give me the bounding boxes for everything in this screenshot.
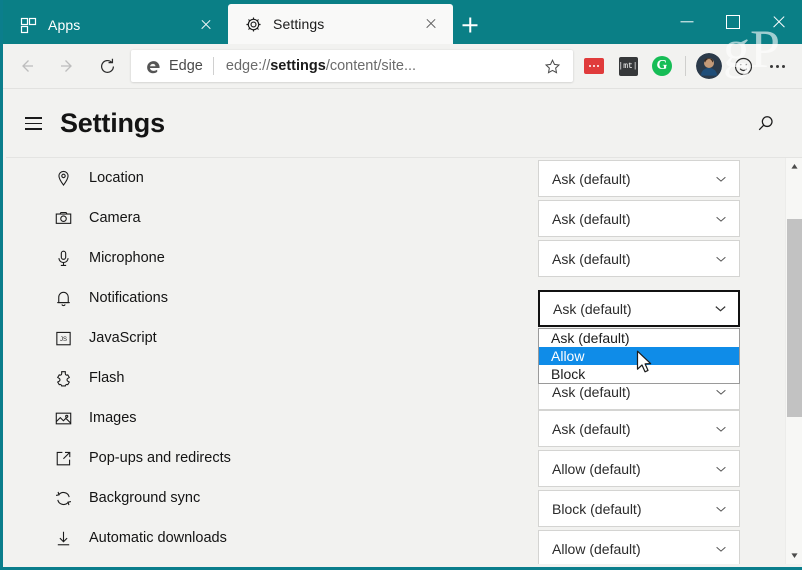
search-icon[interactable] xyxy=(748,107,782,141)
mt-extension-icon[interactable]: |mt| xyxy=(611,46,645,86)
apps-grid-icon xyxy=(19,16,37,34)
sync-icon xyxy=(53,488,73,508)
permission-select-camera[interactable]: Ask (default) xyxy=(538,200,740,237)
window-controls xyxy=(664,0,802,44)
chevron-down-icon xyxy=(713,384,729,400)
microphone-icon xyxy=(53,248,73,268)
dropdown-option-ask[interactable]: Ask (default) xyxy=(539,329,739,347)
refresh-button[interactable] xyxy=(87,46,127,86)
browser-window: Apps Settings gP Edge edge://settings/co… xyxy=(0,0,802,570)
settings-page-header: Settings xyxy=(6,90,802,157)
tab-strip: Apps Settings xyxy=(3,0,664,44)
favorite-star-icon[interactable] xyxy=(539,53,565,79)
scroll-down-arrow[interactable] xyxy=(786,547,802,564)
javascript-icon: JS xyxy=(53,328,73,348)
tab-settings-close-icon[interactable] xyxy=(419,12,443,36)
tab-apps[interactable]: Apps xyxy=(3,6,228,44)
chevron-down-icon xyxy=(713,501,729,517)
pocket-extension-icon[interactable] xyxy=(577,46,611,86)
bell-icon xyxy=(53,288,73,308)
chevron-down-icon xyxy=(713,171,729,187)
permission-select-microphone[interactable]: Ask (default) xyxy=(538,240,740,277)
toolbar-divider xyxy=(685,56,686,76)
download-icon xyxy=(53,528,73,548)
dropdown-option-allow[interactable]: Allow xyxy=(539,347,739,365)
tab-apps-title: Apps xyxy=(48,17,81,33)
vertical-scrollbar[interactable] xyxy=(785,158,802,564)
navigation-bar: Edge edge://settings/content/site... |mt… xyxy=(3,44,802,89)
location-pin-icon xyxy=(53,168,73,188)
new-tab-button[interactable] xyxy=(453,6,487,44)
permission-select-background-sync[interactable]: Allow (default) xyxy=(538,530,740,564)
popup-icon xyxy=(53,448,73,468)
scroll-up-arrow[interactable] xyxy=(786,158,802,175)
permissions-list: Location Camera Microphone Notifications… xyxy=(6,158,785,564)
url-divider xyxy=(212,57,214,75)
chevron-down-icon xyxy=(713,421,729,437)
forward-button[interactable] xyxy=(47,46,87,86)
dropdown-option-block[interactable]: Block xyxy=(539,365,739,383)
minimize-button[interactable] xyxy=(664,0,710,44)
back-button[interactable] xyxy=(7,46,47,86)
chevron-down-icon xyxy=(713,541,729,557)
address-bar[interactable]: Edge edge://settings/content/site... xyxy=(131,50,573,82)
permission-select-location[interactable]: Ask (default) xyxy=(538,160,740,197)
permission-select-notifications[interactable]: Ask (default) xyxy=(538,290,740,327)
camera-icon xyxy=(53,208,73,228)
url-prefix: edge:// xyxy=(225,58,271,74)
edge-brand-label: Edge xyxy=(169,58,203,74)
maximize-button[interactable] xyxy=(710,0,756,44)
flash-icon xyxy=(53,368,73,388)
permission-select-flash[interactable]: Ask (default) xyxy=(538,410,740,447)
images-icon xyxy=(53,408,73,428)
url-suffix: /content/site... xyxy=(325,58,417,74)
permission-select-popups[interactable]: Block (default) xyxy=(538,490,740,527)
tab-settings-title: Settings xyxy=(273,16,325,32)
chevron-down-icon xyxy=(712,301,728,317)
scrollbar-thumb[interactable] xyxy=(787,219,802,417)
chevron-down-icon xyxy=(713,211,729,227)
chevron-down-icon xyxy=(713,251,729,267)
permission-select-images[interactable]: Allow (default) xyxy=(538,450,740,487)
svg-text:JS: JS xyxy=(60,336,67,342)
url-bold: settings xyxy=(270,58,326,74)
page-title: Settings xyxy=(60,108,165,138)
smiley-icon[interactable] xyxy=(726,46,760,86)
url-text: edge://settings/content/site... xyxy=(226,58,539,74)
tab-settings[interactable]: Settings xyxy=(228,4,453,44)
tab-apps-close-icon[interactable] xyxy=(194,13,218,37)
more-menu-button[interactable] xyxy=(760,46,794,86)
settings-content: Location Camera Microphone Notifications… xyxy=(6,157,802,564)
grammarly-extension-icon[interactable]: G xyxy=(645,46,679,86)
settings-menu-button[interactable] xyxy=(14,105,52,143)
edge-logo-icon xyxy=(143,56,163,76)
close-button[interactable] xyxy=(756,0,802,44)
avatar[interactable] xyxy=(692,46,726,86)
chevron-down-icon xyxy=(713,461,729,477)
notifications-dropdown-menu[interactable]: Ask (default) Allow Block xyxy=(538,328,740,384)
gear-icon xyxy=(244,15,262,33)
title-bar: Apps Settings xyxy=(3,0,802,44)
